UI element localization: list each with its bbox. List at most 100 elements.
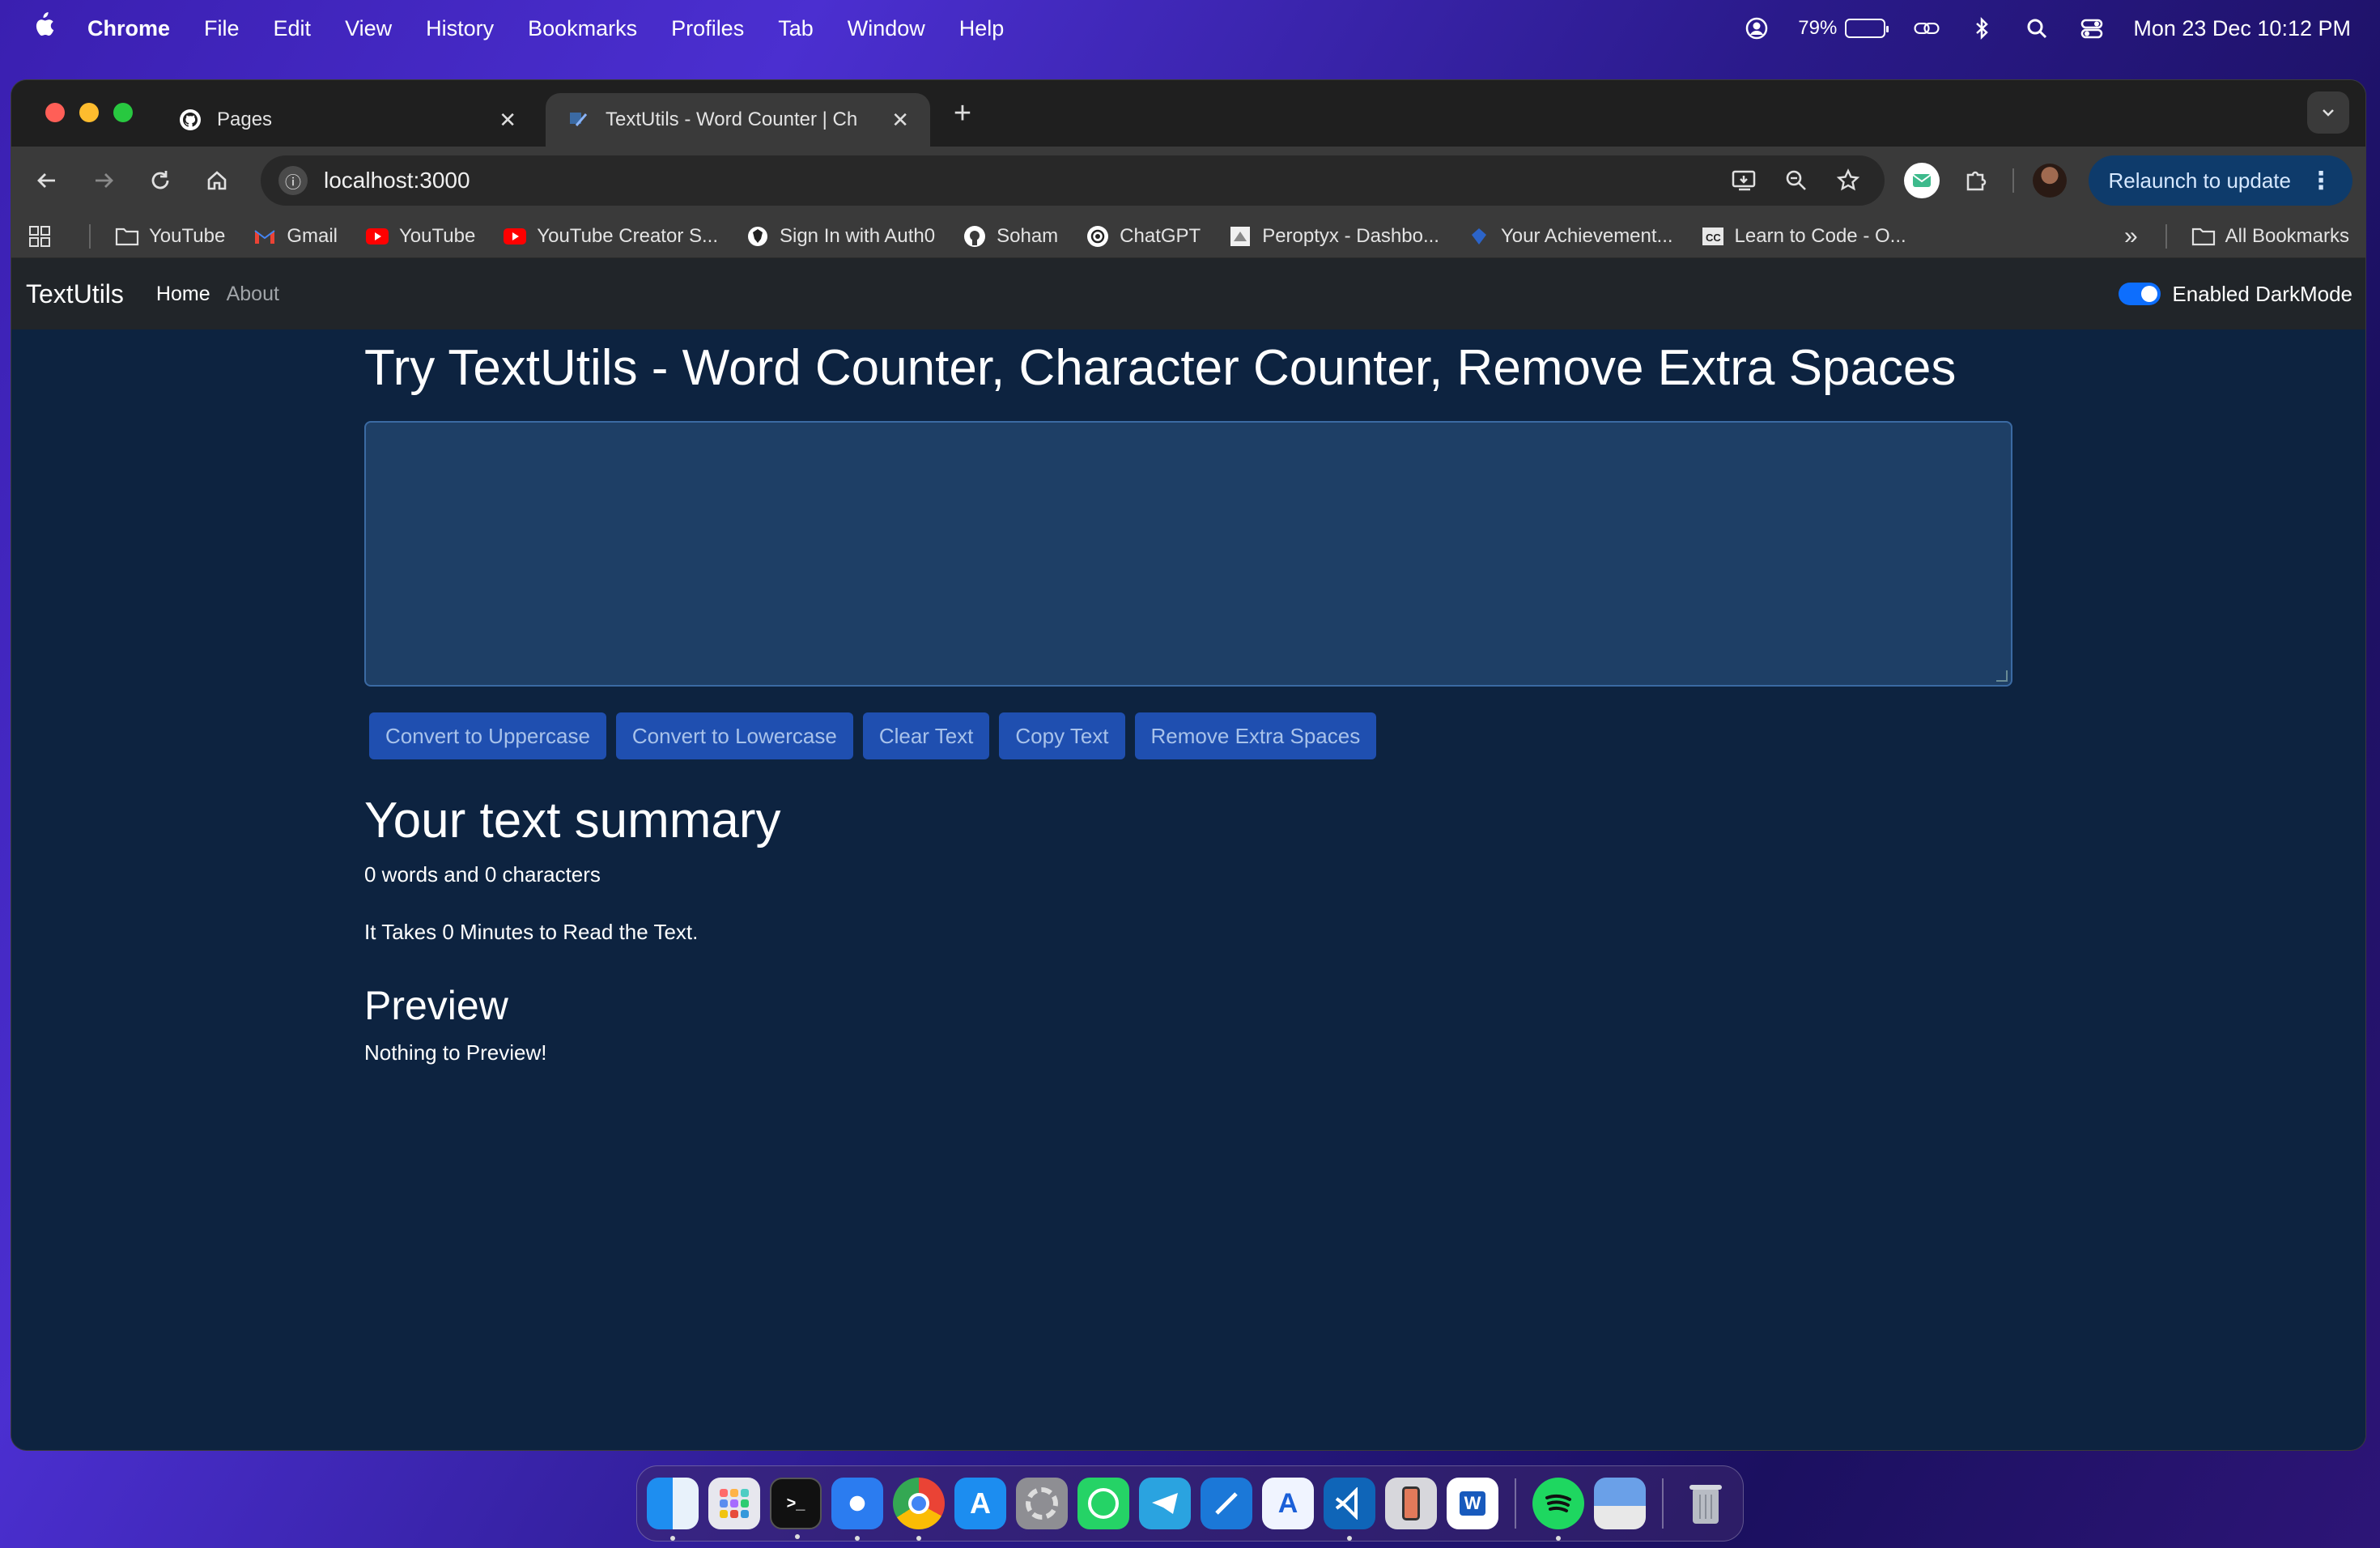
menu-view[interactable]: View bbox=[345, 16, 392, 41]
zoom-icon[interactable] bbox=[1778, 162, 1815, 199]
remove-extra-spaces-button[interactable]: Remove Extra Spaces bbox=[1134, 712, 1377, 759]
control-center-icon[interactable] bbox=[2078, 15, 2106, 42]
spotify-icon[interactable] bbox=[1532, 1478, 1584, 1541]
bookmark-youtube[interactable]: YouTube bbox=[365, 224, 475, 249]
tab-search-button[interactable] bbox=[2307, 91, 2349, 134]
clear-text-button[interactable]: Clear Text bbox=[862, 712, 990, 759]
bookmark-learn-to-code[interactable]: CC Learn to Code - O... bbox=[1701, 224, 1906, 249]
terminal-icon[interactable]: >_ bbox=[770, 1478, 822, 1539]
vscode-icon[interactable] bbox=[1324, 1478, 1375, 1541]
folder-icon bbox=[2191, 224, 2216, 249]
bookmark-peroptyx[interactable]: Peroptyx - Dashbo... bbox=[1228, 224, 1439, 249]
apple-menu-icon[interactable] bbox=[29, 11, 57, 46]
youtube-icon bbox=[365, 224, 389, 249]
tab-pages[interactable]: Pages ✕ bbox=[157, 93, 538, 147]
menu-help[interactable]: Help bbox=[959, 16, 1005, 41]
nav-about-link[interactable]: About bbox=[227, 283, 279, 306]
textutils-favicon-icon bbox=[567, 108, 591, 132]
menu-tab[interactable]: Tab bbox=[778, 16, 814, 41]
bookmark-soham[interactable]: Soham bbox=[963, 224, 1058, 249]
simulator-icon[interactable] bbox=[1385, 1478, 1437, 1529]
safari-icon[interactable] bbox=[831, 1478, 883, 1541]
all-bookmarks-folder[interactable]: All Bookmarks bbox=[2191, 224, 2349, 249]
clock[interactable]: Mon 23 Dec 10:12 PM bbox=[2133, 16, 2351, 41]
convert-lowercase-button[interactable]: Convert to Lowercase bbox=[615, 712, 853, 759]
zoom-window-button[interactable] bbox=[113, 103, 133, 122]
app-store-icon[interactable]: A bbox=[954, 1478, 1006, 1529]
copy-text-button[interactable]: Copy Text bbox=[999, 712, 1125, 759]
instruments-icon[interactable]: A bbox=[1262, 1478, 1314, 1529]
close-tab-icon[interactable]: ✕ bbox=[891, 108, 909, 133]
reload-button[interactable] bbox=[138, 158, 183, 203]
trash-icon[interactable] bbox=[1680, 1478, 1732, 1529]
bookmark-auth0[interactable]: Sign In with Auth0 bbox=[746, 224, 935, 249]
achievement-icon bbox=[1467, 224, 1491, 249]
tab-textutils[interactable]: TextUtils - Word Counter | Ch ✕ bbox=[546, 93, 930, 147]
preview-heading: Preview bbox=[364, 983, 508, 1028]
menu-file[interactable]: File bbox=[204, 16, 240, 41]
address-bar[interactable]: ⓘ localhost:3000 bbox=[261, 155, 1885, 206]
convert-uppercase-button[interactable]: Convert to Uppercase bbox=[369, 712, 606, 759]
finder-icon[interactable] bbox=[647, 1478, 699, 1541]
extensions-puzzle-icon[interactable] bbox=[1956, 159, 1998, 202]
bookmark-youtube-creator[interactable]: YouTube Creator S... bbox=[503, 224, 718, 249]
bookmark-folder-youtube[interactable]: YouTube bbox=[115, 224, 225, 249]
bluetooth-icon[interactable] bbox=[1968, 15, 1995, 42]
home-button[interactable] bbox=[194, 158, 240, 203]
site-info-icon[interactable]: ⓘ bbox=[278, 166, 308, 195]
bookmark-gmail[interactable]: Gmail bbox=[253, 224, 338, 249]
youtube-icon bbox=[503, 224, 527, 249]
summary-heading: Your text summary bbox=[364, 793, 781, 848]
menu-profiles[interactable]: Profiles bbox=[671, 16, 744, 41]
menu-bookmarks[interactable]: Bookmarks bbox=[528, 16, 637, 41]
battery-status[interactable]: 79% bbox=[1798, 17, 1889, 40]
bookmark-label: Peroptyx - Dashbo... bbox=[1262, 224, 1439, 247]
menu-app-name[interactable]: Chrome bbox=[87, 16, 170, 41]
menu-history[interactable]: History bbox=[426, 16, 494, 41]
bookmark-chatgpt[interactable]: ChatGPT bbox=[1086, 224, 1201, 249]
browser-window: Pages ✕ TextUtils - Word Counter | Ch ✕ … bbox=[11, 79, 2366, 1451]
resize-handle-icon[interactable] bbox=[1996, 670, 2008, 682]
text-input-area[interactable] bbox=[364, 421, 2012, 687]
user-account-icon[interactable] bbox=[1743, 15, 1770, 42]
word-icon[interactable]: W bbox=[1447, 1478, 1498, 1529]
close-tab-icon[interactable]: ✕ bbox=[499, 108, 516, 133]
auth0-icon bbox=[746, 224, 770, 249]
telegram-icon[interactable] bbox=[1139, 1478, 1191, 1529]
extension-mail-icon[interactable] bbox=[1901, 159, 1943, 202]
minimize-window-button[interactable] bbox=[79, 103, 99, 122]
new-tab-button[interactable]: + bbox=[942, 96, 983, 131]
more-menu-icon[interactable]: ⋮ bbox=[2309, 167, 2333, 195]
bookmark-label: Learn to Code - O... bbox=[1734, 224, 1906, 247]
word-char-count: 0 words and 0 characters bbox=[364, 862, 601, 887]
close-window-button[interactable] bbox=[45, 103, 65, 122]
menu-edit[interactable]: Edit bbox=[274, 16, 312, 41]
profile-avatar[interactable] bbox=[2029, 159, 2071, 202]
back-button[interactable] bbox=[24, 158, 70, 203]
install-app-icon[interactable] bbox=[1726, 162, 1763, 199]
bookmark-achievement[interactable]: Your Achievement... bbox=[1467, 224, 1673, 249]
forward-button[interactable] bbox=[81, 158, 126, 203]
chatgpt-icon bbox=[1086, 224, 1110, 249]
bookmark-star-icon[interactable] bbox=[1830, 162, 1867, 199]
brand-logo[interactable]: TextUtils bbox=[26, 279, 124, 309]
darkmode-switch[interactable]: Enabled DarkMode bbox=[2119, 282, 2352, 307]
relaunch-to-update-button[interactable]: Relaunch to update ⋮ bbox=[2089, 155, 2352, 206]
system-settings-icon[interactable] bbox=[1016, 1478, 1068, 1529]
menu-window[interactable]: Window bbox=[848, 16, 925, 41]
nav-home-link[interactable]: Home bbox=[156, 283, 210, 306]
apps-grid-button[interactable] bbox=[28, 224, 62, 249]
url-text[interactable]: localhost:3000 bbox=[324, 168, 1711, 194]
link-icon[interactable] bbox=[1913, 15, 1940, 42]
whatsapp-icon[interactable] bbox=[1077, 1478, 1129, 1529]
svg-text:CC: CC bbox=[1706, 232, 1721, 244]
preview-icon[interactable] bbox=[1594, 1478, 1646, 1529]
xcode-icon[interactable] bbox=[1201, 1478, 1252, 1529]
launchpad-icon[interactable] bbox=[708, 1478, 760, 1529]
toggle-switch[interactable] bbox=[2119, 283, 2161, 305]
spotlight-search-icon[interactable] bbox=[2023, 15, 2051, 42]
apps-grid-icon bbox=[28, 224, 52, 249]
chrome-icon[interactable] bbox=[893, 1478, 945, 1541]
bookmark-label: YouTube bbox=[398, 224, 476, 247]
more-bookmarks-button[interactable]: » bbox=[2124, 223, 2138, 250]
